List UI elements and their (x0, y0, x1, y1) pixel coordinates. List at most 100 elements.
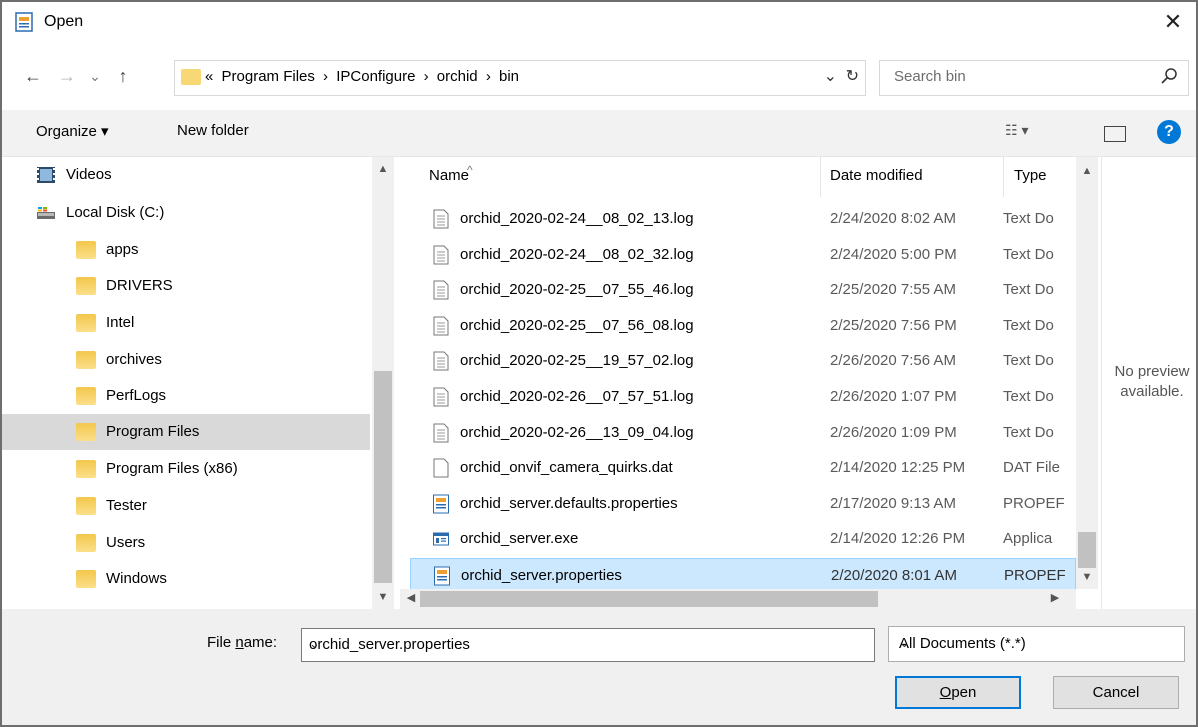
search-input[interactable]: Search bin (879, 60, 1189, 96)
organize-button[interactable]: Organize ▾ (36, 122, 109, 140)
sidebar-item-videos[interactable]: Videos (2, 157, 370, 193)
column-divider[interactable] (1003, 157, 1004, 197)
refresh-icon[interactable]: ↻ (846, 66, 859, 86)
file-list: ^ Name Date modified Type orchid_2020-02… (400, 157, 1101, 619)
forward-button[interactable]: → (54, 62, 80, 90)
sidebar-item-label: Program Files (x86) (106, 460, 238, 477)
file-list-horizontal-scrollbar[interactable]: ◀ ▶ (400, 589, 1076, 609)
scroll-up-icon[interactable]: ▲ (1076, 165, 1098, 177)
file-name: orchid_2020-02-24__08_02_32.log (460, 245, 694, 263)
breadcrumb-item[interactable]: orchid (437, 68, 478, 85)
text-file-icon (433, 280, 449, 300)
sidebar-item-label: Users (106, 534, 146, 551)
sidebar-item-windows[interactable]: Windows (2, 561, 370, 597)
scrollbar-thumb[interactable] (1078, 532, 1096, 568)
file-row[interactable]: orchid_2020-02-25__07_56_08.log 2/25/2020… (410, 309, 1076, 343)
search-placeholder: Search bin (894, 68, 966, 85)
scrollbar-thumb[interactable] (420, 591, 878, 607)
file-row[interactable]: orchid_2020-02-25__19_57_02.log 2/26/2020… (410, 344, 1076, 378)
file-date-modified: 2/14/2020 12:25 PM (830, 459, 966, 477)
sidebar-item-program-files-x86[interactable]: Program Files (x86) (2, 451, 370, 487)
file-row[interactable]: orchid_2020-02-24__08_02_32.log 2/24/2020… (410, 238, 1076, 272)
address-bar[interactable]: « Program Files › IPConfigure › orchid ›… (174, 60, 866, 96)
breadcrumb: « Program Files › IPConfigure › orchid ›… (205, 68, 523, 85)
file-date-modified: 2/14/2020 12:26 PM (830, 530, 966, 548)
column-divider[interactable] (820, 157, 821, 197)
scroll-right-icon[interactable]: ▶ (1044, 591, 1066, 604)
sidebar-item-intel[interactable]: Intel (2, 305, 370, 341)
file-name: orchid_2020-02-25__19_57_02.log (460, 352, 694, 370)
up-arrow-icon: ↑ (118, 66, 128, 86)
help-icon[interactable]: ? (1157, 120, 1181, 144)
file-row[interactable]: orchid_server.exe 2/14/2020 12:26 PM Appli… (410, 522, 1076, 556)
folder-icon (76, 314, 96, 332)
sidebar-item-drivers[interactable]: DRIVERS (2, 268, 370, 304)
search-icon[interactable] (1160, 67, 1178, 85)
scrollbar-thumb[interactable] (374, 371, 392, 583)
breadcrumb-overflow[interactable]: « (205, 68, 213, 85)
preview-message: No preview available. (1102, 362, 1196, 402)
column-header-type[interactable]: Type (1014, 167, 1047, 184)
breadcrumb-item[interactable]: Program Files (222, 68, 315, 85)
preview-message-line: available. (1120, 383, 1184, 400)
new-folder-button[interactable]: New folder (177, 122, 249, 139)
sidebar-item-perflogs[interactable]: PerfLogs (2, 378, 370, 414)
close-icon: ✕ (1163, 9, 1183, 34)
sort-ascending-icon: ^ (467, 163, 473, 177)
preview-pane-icon[interactable] (1104, 126, 1126, 142)
file-row[interactable]: orchid_2020-02-26__13_09_04.log 2/26/2020… (410, 416, 1076, 450)
file-date-modified: 2/26/2020 1:07 PM (830, 388, 957, 405)
folder-icon (76, 534, 96, 552)
file-name: orchid_onvif_camera_quirks.dat (460, 459, 673, 477)
breadcrumb-item[interactable]: IPConfigure (336, 68, 415, 85)
breadcrumb-separator[interactable]: › (486, 68, 491, 85)
column-header-date[interactable]: Date modified (830, 167, 923, 184)
file-type: Text Do (1003, 388, 1054, 405)
cancel-button[interactable]: Cancel (1053, 676, 1179, 709)
file-row[interactable]: orchid_server.defaults.properties 2/17/20… (410, 487, 1076, 521)
back-arrow-icon: ← (24, 66, 42, 86)
scroll-down-icon[interactable]: ▼ (1076, 571, 1098, 583)
breadcrumb-separator[interactable]: › (424, 68, 429, 85)
file-row[interactable]: orchid_2020-02-24__08_02_13.log 2/24/2020… (410, 202, 1076, 236)
sidebar-item-local-disk[interactable]: Local Disk (C:) (2, 195, 370, 231)
file-name-input[interactable]: orchid_server.properties ⌄ (301, 628, 875, 662)
back-button[interactable]: ← (20, 62, 46, 90)
sidebar-item-apps[interactable]: apps (2, 232, 370, 268)
sidebar-item-tester[interactable]: Tester (2, 488, 370, 524)
sidebar-item-orchives[interactable]: orchives (2, 342, 370, 378)
file-name: orchid_2020-02-24__08_02_13.log (460, 210, 694, 227)
sidebar-item-label: apps (106, 241, 139, 258)
recent-locations-button[interactable]: ⌄ (82, 62, 108, 90)
sidebar-item-users[interactable]: Users (2, 525, 370, 561)
chevron-down-icon[interactable]: ⌄ (899, 635, 1175, 651)
file-row[interactable]: orchid_server.properties 2/20/2020 8:01 A… (410, 558, 1076, 592)
column-header-name[interactable]: ^ Name (429, 163, 473, 184)
address-dropdown-icon[interactable]: ⌄ (824, 66, 837, 86)
sidebar-item-label: Local Disk (C:) (66, 204, 165, 221)
file-row[interactable]: orchid_2020-02-26__07_57_51.log 2/26/2020… (410, 380, 1076, 414)
open-button[interactable]: Open (895, 676, 1021, 709)
sidebar-item-program-files[interactable]: Program Files (2, 414, 370, 450)
breadcrumb-separator[interactable]: › (323, 68, 328, 85)
folder-icon (76, 387, 96, 405)
file-row[interactable]: orchid_2020-02-25__07_55_46.log 2/25/2020… (410, 273, 1076, 307)
scroll-left-icon[interactable]: ◀ (400, 591, 422, 604)
file-type: Text Do (1003, 210, 1054, 227)
scroll-down-icon[interactable]: ▼ (372, 591, 394, 603)
change-view-icon[interactable]: ☷ ▾ (1005, 122, 1055, 144)
file-type-select[interactable]: All Documents (*.*) ⌄ (888, 626, 1185, 662)
up-button[interactable]: ↑ (110, 62, 136, 90)
breadcrumb-item[interactable]: bin (499, 68, 519, 85)
dialog-footer: File name: orchid_server.properties ⌄ Al… (2, 609, 1196, 725)
navigation-scrollbar[interactable]: ▲ ▼ (372, 157, 394, 609)
scroll-up-icon[interactable]: ▲ (372, 163, 394, 175)
chevron-down-icon: ⌄ (89, 68, 101, 84)
window-title: Open (44, 13, 84, 30)
file-name: orchid_server.defaults.properties (460, 494, 678, 512)
chevron-down-icon[interactable]: ⌄ (309, 636, 866, 652)
file-list-vertical-scrollbar[interactable]: ▲ ▼ (1076, 157, 1098, 589)
close-button[interactable]: ✕ (1150, 2, 1196, 44)
sidebar-item-label: Intel (106, 314, 135, 331)
file-row[interactable]: orchid_onvif_camera_quirks.dat 2/14/2020 … (410, 451, 1076, 485)
